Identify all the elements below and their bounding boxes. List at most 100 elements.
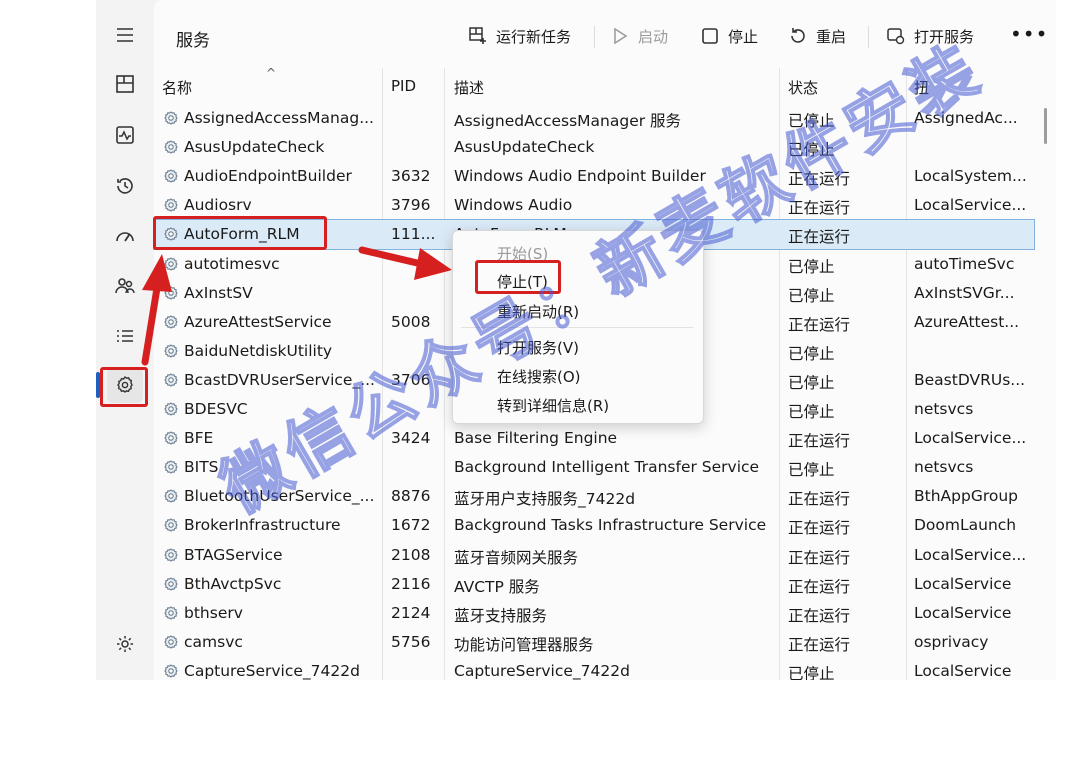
service-gear-icon	[162, 634, 180, 652]
table-row[interactable]: BTAGService 2108 蓝牙音频网关服务 正在运行 LocalService.…	[154, 541, 1034, 570]
settings-gear-icon[interactable]	[107, 626, 143, 662]
service-name: BTAGService	[184, 545, 283, 564]
table-row[interactable]: bthserv 2124 蓝牙支持服务 正在运行 LocalService	[154, 599, 1034, 628]
service-status: 已停止	[788, 461, 835, 480]
service-status: 正在运行	[788, 490, 851, 509]
table-row[interactable]: BrokerInfrastructure 1672 Background Tasks…	[154, 511, 1034, 540]
service-status: 正在运行	[788, 519, 851, 538]
service-name: BITS	[184, 458, 219, 477]
column-header-description[interactable]: 描述	[454, 77, 484, 98]
service-group: LocalSystem...	[914, 167, 1027, 186]
service-group: osprivacy	[914, 632, 989, 651]
service-status: 已停止	[788, 112, 835, 130]
open-services-icon	[887, 28, 905, 45]
services-icon[interactable]	[107, 367, 143, 403]
service-status: 已停止	[788, 664, 835, 680]
more-options-icon[interactable]: •••	[1010, 22, 1048, 46]
startup-apps-icon[interactable]	[107, 218, 143, 254]
service-description: Background Intelligent Transfer Service	[454, 458, 760, 477]
service-status: 已停止	[788, 141, 835, 160]
service-description: Windows Audio	[454, 196, 573, 215]
restart-button[interactable]: 重启	[788, 24, 846, 48]
column-header-name[interactable]: 名称	[162, 77, 192, 98]
service-pid: 3632	[391, 167, 431, 186]
table-row[interactable]: camsvc 5756 功能访问管理器服务 正在运行 osprivacy	[154, 628, 1034, 657]
menu-item-start[interactable]: 开始(S)	[497, 243, 548, 264]
vertical-scrollbar[interactable]	[1044, 108, 1047, 144]
processes-icon[interactable]	[107, 66, 143, 102]
run-new-task-button[interactable]: 运行新任务	[468, 24, 571, 48]
service-name: BluetoothUserService_...	[184, 487, 374, 506]
app-history-icon[interactable]	[107, 168, 143, 204]
service-description: 蓝牙支持服务	[454, 606, 548, 625]
performance-icon[interactable]	[107, 117, 143, 153]
menu-item-search-online[interactable]: 在线搜索(O)	[497, 366, 581, 387]
service-name: CaptureService_7422d	[184, 661, 360, 680]
table-row[interactable]: BFE 3424 Base Filtering Engine 正在运行 LocalSer…	[154, 424, 1034, 453]
service-group: LocalService	[914, 603, 1012, 622]
table-row[interactable]: Audiosrv 3796 Windows Audio 正在运行 LocalServic…	[154, 191, 1034, 220]
service-status: 正在运行	[788, 432, 851, 451]
service-name: AzureAttestService	[184, 312, 332, 331]
service-gear-icon	[162, 547, 180, 565]
hamburger-menu-icon[interactable]	[107, 17, 143, 53]
service-gear-icon	[162, 168, 180, 186]
details-icon[interactable]	[107, 318, 143, 354]
column-header-group[interactable]: 扭	[914, 77, 929, 98]
service-description: 蓝牙音频网关服务	[454, 548, 579, 567]
service-name: BthAvctpSvc	[184, 574, 282, 593]
table-row[interactable]: CaptureService_7422d CaptureService_7422d…	[154, 657, 1034, 680]
menu-item-restart[interactable]: 重新启动(R)	[497, 301, 579, 322]
service-description: Windows Audio Endpoint Builder	[454, 167, 706, 186]
service-gear-icon	[162, 256, 180, 274]
service-name: AudioEndpointBuilder	[184, 167, 352, 186]
service-description: AsusUpdateCheck	[454, 138, 595, 157]
service-gear-icon	[162, 110, 180, 128]
service-pid: 111...	[391, 225, 436, 244]
left-nav	[96, 0, 154, 680]
service-group: AxInstSVGr...	[914, 283, 1015, 302]
service-status: 已停止	[788, 373, 835, 392]
service-group: netsvcs	[914, 400, 974, 418]
service-group: LocalService...	[914, 429, 1027, 448]
stop-button[interactable]: 停止	[700, 24, 758, 48]
service-status: 正在运行	[788, 635, 851, 654]
service-status: 正在运行	[788, 606, 851, 625]
service-gear-icon	[162, 285, 180, 303]
run-new-task-label: 运行新任务	[496, 27, 572, 46]
service-pid: 1672	[391, 516, 431, 535]
service-gear-icon	[162, 314, 180, 332]
table-row[interactable]: BluetoothUserService_... 8876 蓝牙用户支持服务_742…	[154, 482, 1034, 511]
table-row[interactable]: AudioEndpointBuilder 3632 Windows Audio En…	[154, 162, 1034, 191]
service-status: 已停止	[788, 403, 835, 421]
service-pid: 2124	[391, 603, 431, 622]
column-header-status[interactable]: 状态	[788, 77, 818, 98]
users-icon[interactable]	[107, 268, 143, 304]
service-gear-icon	[162, 372, 180, 390]
service-pid: 5008	[391, 312, 431, 331]
service-description: Background Tasks Infrastructure Service	[454, 516, 767, 535]
menu-item-stop[interactable]: 停止(T)	[497, 271, 548, 292]
service-gear-icon	[162, 576, 180, 594]
service-group: LocalService	[914, 661, 1012, 680]
menu-item-open-services[interactable]: 打开服务(V)	[497, 337, 579, 358]
table-row[interactable]: AsusUpdateCheck AsusUpdateCheck 已停止	[154, 133, 1034, 162]
start-button[interactable]: 启动	[610, 24, 668, 48]
service-gear-icon	[162, 430, 180, 448]
active-nav-indicator	[96, 372, 100, 398]
service-status: 正在运行	[788, 199, 851, 218]
toolbar-divider	[594, 26, 595, 48]
service-name: AxInstSV	[184, 283, 253, 302]
open-services-button[interactable]: 打开服务	[886, 24, 974, 48]
table-row[interactable]: AssignedAccessManag... AssignedAccessMana…	[154, 104, 1034, 133]
service-status: 正在运行	[788, 170, 851, 189]
service-gear-icon	[162, 488, 180, 506]
play-icon	[614, 27, 628, 45]
table-row[interactable]: BthAvctpSvc 2116 AVCTP 服务 正在运行 LocalService	[154, 570, 1034, 599]
table-row[interactable]: BITS Background Intelligent Transfer Serv…	[154, 453, 1034, 482]
page-title: 服务	[176, 31, 210, 51]
service-status: 已停止	[788, 257, 835, 276]
menu-item-go-to-details[interactable]: 转到详细信息(R)	[497, 395, 609, 416]
column-header-pid[interactable]: PID	[391, 77, 416, 95]
sort-ascending-icon: ^	[266, 66, 277, 80]
